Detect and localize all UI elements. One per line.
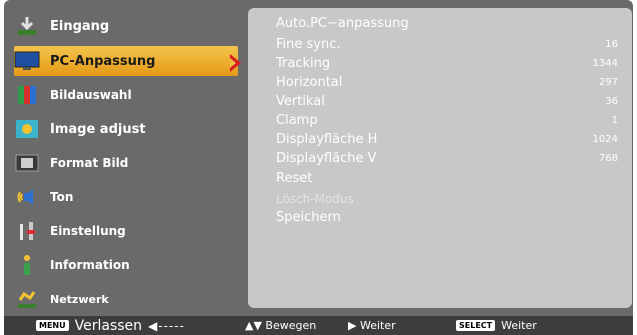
pc-adjust-submenu: Auto.PC−anpassung Fine sync. 16 Tracking… — [248, 8, 632, 308]
display-area-h-item[interactable]: Displayfläche H 1024 — [276, 130, 618, 149]
menu-item-sound[interactable]: Ton — [14, 180, 238, 214]
settings-icon — [14, 219, 40, 243]
image-adjust-icon — [14, 117, 40, 141]
menu-item-network[interactable]: Netzwerk — [14, 282, 238, 316]
input-icon — [14, 14, 40, 38]
image-select-icon — [14, 83, 40, 107]
network-icon — [14, 287, 40, 311]
clamp-item[interactable]: Clamp 1 — [276, 111, 618, 130]
projector-osd: Eingang PC-Anpassung Bildauswahl Image a… — [4, 0, 633, 335]
bottom-help-bar: MENU Verlassen ◀----- ▲▼ Bewegen ▶ Weite… — [4, 316, 633, 335]
main-menu: Eingang PC-Anpassung Bildauswahl Image a… — [14, 8, 241, 316]
sound-icon — [14, 185, 40, 209]
vertical-item[interactable]: Vertikal 36 — [276, 92, 618, 111]
display-area-v-item[interactable]: Displayfläche V 768 — [276, 149, 618, 168]
next-hint: ▶ Weiter — [348, 319, 396, 332]
horizontal-item[interactable]: Horizontal 297 — [276, 73, 618, 92]
select-hint: SELECT Weiter — [456, 316, 537, 335]
menu-item-input[interactable]: Eingang — [14, 8, 238, 44]
tracking-item[interactable]: Tracking 1344 — [276, 54, 618, 73]
information-icon — [14, 253, 40, 277]
delete-mode-item[interactable]: Lösch-Modus — [276, 189, 618, 208]
fine-sync-item[interactable]: Fine sync. 16 — [276, 35, 618, 54]
exit-hint: MENU Verlassen ◀----- — [36, 316, 185, 335]
store-item[interactable]: Speichern — [276, 208, 618, 227]
screen-format-icon — [14, 151, 40, 175]
menu-item-information[interactable]: Information — [14, 248, 238, 282]
menu-key-icon: MENU — [36, 320, 69, 331]
select-key-icon: SELECT — [456, 320, 496, 331]
pc-adjust-icon — [14, 49, 40, 73]
reset-item[interactable]: Reset — [276, 169, 618, 188]
menu-item-screen-format[interactable]: Format Bild — [14, 146, 238, 180]
menu-item-settings[interactable]: Einstellung — [14, 214, 238, 248]
menu-item-image-adjust[interactable]: Image adjust — [14, 112, 238, 146]
back-arrow-icon: ◀----- — [148, 318, 185, 333]
move-hint: ▲▼ Bewegen — [245, 319, 317, 332]
auto-pc-adjust-item[interactable]: Auto.PC−anpassung — [276, 14, 618, 33]
menu-item-image-select[interactable]: Bildauswahl — [14, 78, 238, 112]
menu-item-pc-adjust[interactable]: PC-Anpassung — [14, 46, 241, 76]
